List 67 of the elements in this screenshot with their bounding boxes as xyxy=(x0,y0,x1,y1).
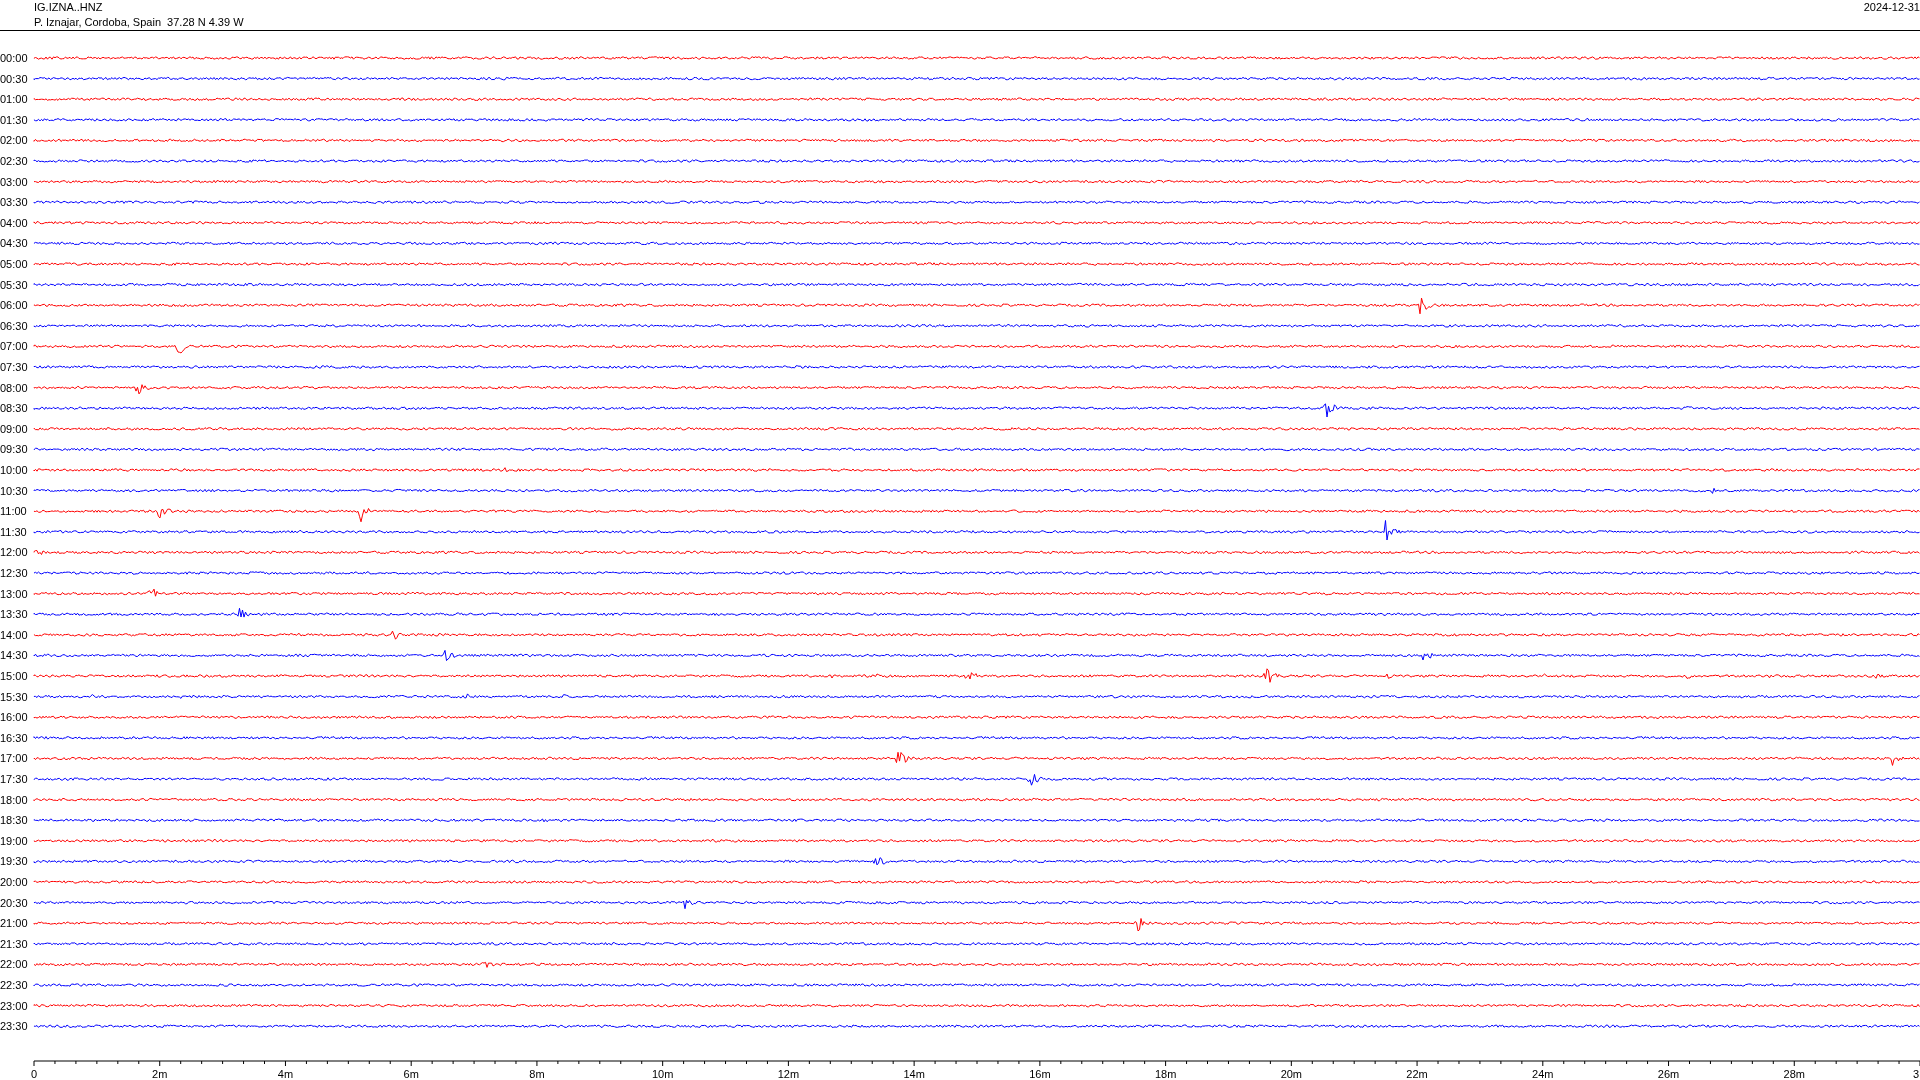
axis-tick-label: 14m xyxy=(903,1068,925,1080)
time-label: 07:00 xyxy=(0,340,28,353)
time-label: 23:00 xyxy=(0,999,28,1012)
station-code: IG.IZNA..HNZ xyxy=(34,0,104,15)
time-label: 21:00 xyxy=(0,917,28,930)
time-label: 06:30 xyxy=(0,319,28,332)
axis-tick-label: 20m xyxy=(1280,1068,1303,1080)
time-label: 11:30 xyxy=(0,525,27,538)
time-label: 22:00 xyxy=(0,958,28,971)
axis-tick-label: 8m xyxy=(529,1068,545,1080)
time-label: 16:30 xyxy=(0,731,28,744)
time-label: 03:00 xyxy=(0,175,28,188)
time-label: 00:30 xyxy=(0,72,28,85)
time-label: 17:30 xyxy=(0,773,28,785)
time-label: 14:30 xyxy=(0,649,28,662)
time-label: 04:30 xyxy=(0,237,28,250)
time-label: 21:30 xyxy=(0,937,28,950)
time-label: 08:00 xyxy=(0,381,28,394)
time-label: 09:00 xyxy=(0,422,28,435)
time-label: 19:00 xyxy=(0,834,28,847)
time-label: 10:30 xyxy=(0,484,28,497)
axis-tick-label: 10m xyxy=(651,1068,674,1080)
time-label: 11:00 xyxy=(0,505,27,518)
time-label: 20:30 xyxy=(0,896,28,909)
axis-tick-label: 24m xyxy=(1532,1068,1554,1080)
axis-tick-label: 4m xyxy=(277,1068,294,1080)
axis-tick-label: 0 xyxy=(31,1068,38,1080)
plot-date: 2024-12-31 xyxy=(1863,0,1920,15)
time-label: 02:30 xyxy=(0,155,28,167)
station-location: P. Iznajar, Cordoba, Spain 37.28 N 4.39 W xyxy=(34,15,244,30)
time-label: 16:00 xyxy=(0,711,28,724)
time-label: 22:30 xyxy=(0,979,28,991)
time-label: 02:00 xyxy=(0,134,28,147)
axis-tick-label: 28m xyxy=(1783,1068,1805,1080)
time-label: 10:00 xyxy=(0,464,28,476)
axis-tick-label: 3 xyxy=(1913,1068,1920,1080)
time-label: 07:30 xyxy=(0,361,28,373)
axis-tick-label: 6m xyxy=(403,1068,419,1080)
time-label: 20:00 xyxy=(0,876,28,888)
time-label: 18:30 xyxy=(0,814,28,827)
axis-tick-label: 16m xyxy=(1029,1068,1051,1080)
time-label: 09:30 xyxy=(0,443,28,456)
time-label: 17:00 xyxy=(0,752,28,765)
time-label: 14:00 xyxy=(0,628,28,641)
axis-tick-label: 22m xyxy=(1406,1068,1428,1080)
time-label: 19:30 xyxy=(0,855,28,868)
time-label: 04:00 xyxy=(0,216,28,229)
time-label: 06:00 xyxy=(0,299,28,312)
time-label: 03:30 xyxy=(0,196,28,209)
time-label: 00:00 xyxy=(0,52,28,64)
time-label: 12:00 xyxy=(0,546,28,559)
axis-tick-label: 26m xyxy=(1657,1068,1680,1080)
time-label: 18:00 xyxy=(0,793,28,806)
time-label: 15:00 xyxy=(0,670,28,682)
axis-tick-label: 12m xyxy=(777,1068,800,1080)
time-label: 01:00 xyxy=(0,93,28,106)
time-label: 13:00 xyxy=(0,587,28,600)
time-label: 05:30 xyxy=(0,278,28,291)
time-label: 13:30 xyxy=(0,608,28,621)
time-label: 23:30 xyxy=(0,1020,28,1033)
axis-tick-label: 2m xyxy=(152,1068,168,1080)
time-label: 01:30 xyxy=(0,113,28,126)
time-label: 05:00 xyxy=(0,258,28,270)
time-label: 08:30 xyxy=(0,402,28,415)
time-label: 12:30 xyxy=(0,567,28,579)
axis-tick-label: 18m xyxy=(1154,1068,1177,1080)
time-label: 15:30 xyxy=(0,690,28,703)
